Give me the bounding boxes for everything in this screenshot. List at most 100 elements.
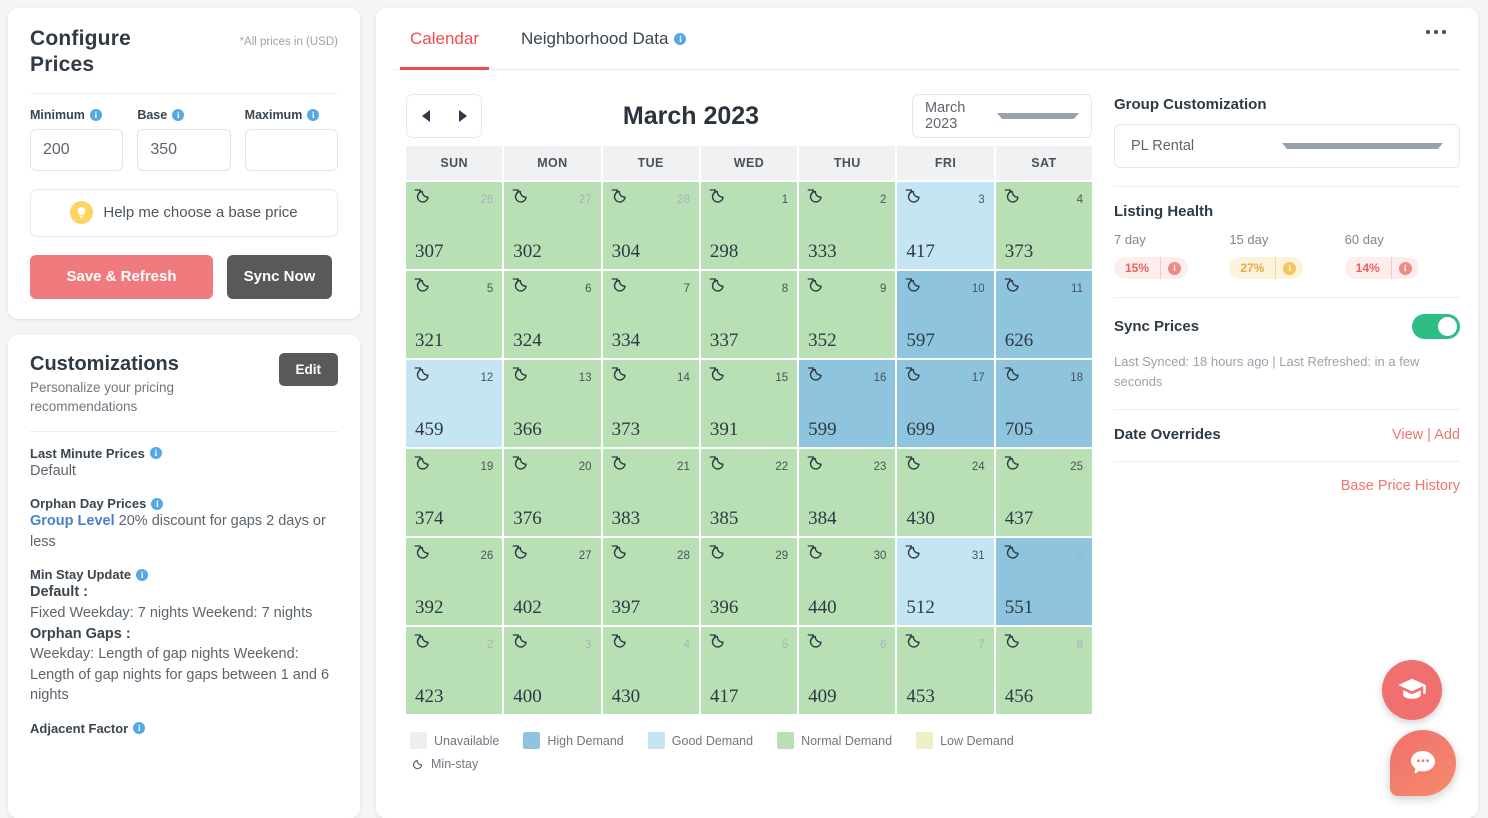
moon-icon [1003, 187, 1021, 205]
edit-button[interactable]: Edit [279, 353, 339, 386]
day-price: 396 [710, 597, 739, 619]
calendar-day-cell[interactable]: 31512 [897, 538, 993, 625]
calendar-day-cell[interactable]: 17 699 [897, 360, 993, 447]
calendar-day-cell[interactable]: 7453 [897, 627, 993, 714]
divider [30, 93, 338, 94]
day-price: 699 [906, 419, 935, 441]
min-stay-orphan-label: Orphan Gaps : [30, 626, 131, 642]
calendar-day-cell[interactable]: 7334 [603, 271, 699, 358]
calendar-day-cell[interactable]: 23384 [799, 449, 895, 536]
calendar-day-cell[interactable]: 14373 [603, 360, 699, 447]
day-price: 366 [513, 419, 542, 441]
calendar-day-cell[interactable]: 2333 [799, 182, 895, 269]
day-number: 17 [972, 372, 985, 384]
day-number: 12 [480, 372, 493, 384]
calendar-day-cell[interactable]: 11626 [996, 271, 1092, 358]
calendar-day-cell[interactable]: 6409 [799, 627, 895, 714]
sync-prices-toggle[interactable] [1412, 314, 1460, 339]
calendar-day-cell[interactable]: 25437 [996, 449, 1092, 536]
calendar-day-cell[interactable]: 8337 [701, 271, 797, 358]
health-period-label: 15 day [1229, 232, 1344, 247]
calendar-day-cell[interactable]: 13366 [504, 360, 600, 447]
month-select[interactable]: March 2023 [912, 94, 1092, 138]
add-override-link[interactable]: Add [1434, 427, 1460, 443]
info-icon[interactable]: i [136, 569, 148, 581]
day-price: 392 [415, 597, 444, 619]
info-icon[interactable]: i [307, 109, 319, 121]
calendar-day-cell[interactable]: 18705 [996, 360, 1092, 447]
calendar-day-cell[interactable]: 24430 [897, 449, 993, 536]
calendar-day-cell[interactable]: 4373 [996, 182, 1092, 269]
day-number: 27 [579, 194, 592, 206]
maximum-price-input[interactable] [245, 129, 338, 171]
moon-icon [410, 757, 424, 771]
calendar-day-cell[interactable]: 9352 [799, 271, 895, 358]
info-icon[interactable]: i [151, 498, 163, 510]
calendar-day-cell[interactable]: 16599 [799, 360, 895, 447]
sync-now-button[interactable]: Sync Now [227, 255, 332, 299]
calendar-day-cell[interactable]: 12459 [406, 360, 502, 447]
tab-calendar[interactable]: Calendar [406, 8, 483, 69]
calendar-day-cell[interactable]: 20376 [504, 449, 600, 536]
calendar-day-cell[interactable]: 26307 [406, 182, 502, 269]
info-icon[interactable]: i [90, 109, 102, 121]
chat-fab[interactable] [1390, 730, 1456, 796]
calendar-day-cell[interactable]: 15391 [701, 360, 797, 447]
calendar-day-cell[interactable]: 3417 [897, 182, 993, 269]
calendar-day-cell[interactable]: 29396 [701, 538, 797, 625]
calendar-day-cell[interactable]: 21383 [603, 449, 699, 536]
day-price: 423 [415, 686, 444, 708]
calendar-day-cell[interactable]: 6324 [504, 271, 600, 358]
calendar-day-cell[interactable]: 2423 [406, 627, 502, 714]
calendar-day-cell[interactable]: 27402 [504, 538, 600, 625]
help-choose-base-price-button[interactable]: Help me choose a base price [30, 189, 338, 237]
view-overrides-link[interactable]: View [1392, 427, 1423, 443]
moon-icon [904, 365, 922, 383]
info-icon[interactable]: i [172, 109, 184, 121]
calendar-day-cell[interactable]: 8456 [996, 627, 1092, 714]
info-icon[interactable]: i [674, 33, 686, 45]
save-refresh-button[interactable]: Save & Refresh [30, 255, 213, 299]
day-price: 391 [710, 419, 739, 441]
info-icon[interactable]: i [1283, 262, 1296, 275]
month-select-value: March 2023 [925, 100, 997, 132]
calendar-day-cell[interactable]: 28397 [603, 538, 699, 625]
graduation-cap-fab[interactable] [1382, 660, 1442, 720]
calendar-day-cell[interactable]: 10597 [897, 271, 993, 358]
day-number: 2 [880, 194, 886, 206]
base-price-input[interactable] [137, 129, 230, 171]
calendar-day-cell[interactable]: 27302 [504, 182, 600, 269]
calendar-day-cell[interactable]: 3400 [504, 627, 600, 714]
moon-icon [806, 187, 824, 205]
tab-neighborhood-data[interactable]: Neighborhood Data i [517, 8, 690, 69]
group-customization-select[interactable]: PL Rental [1114, 124, 1460, 168]
base-price-history-link[interactable]: Base Price History [1114, 478, 1460, 494]
more-options-icon[interactable] [1426, 30, 1446, 34]
links-separator: | [1423, 427, 1434, 443]
calendar-day-cell[interactable]: 26392 [406, 538, 502, 625]
moon-icon [806, 365, 824, 383]
calendar-day-cell[interactable]: 1298 [701, 182, 797, 269]
calendar-day-cell[interactable]: 5417 [701, 627, 797, 714]
day-price: 430 [906, 508, 935, 530]
info-icon[interactable]: i [1399, 262, 1412, 275]
calendar-dow-header: FRI [897, 146, 993, 180]
moon-icon [610, 632, 628, 650]
prev-month-icon[interactable] [422, 110, 430, 122]
calendar-day-cell[interactable]: 1551 [996, 538, 1092, 625]
info-icon[interactable]: i [1168, 262, 1181, 275]
next-month-icon[interactable] [459, 110, 467, 122]
calendar-header: March 2023 March 2023 [406, 86, 1092, 146]
calendar-day-cell[interactable]: 28304 [603, 182, 699, 269]
calendar-day-cell[interactable]: 22385 [701, 449, 797, 536]
info-icon[interactable]: i [150, 447, 162, 459]
minimum-price-input[interactable] [30, 129, 123, 171]
calendar-day-cell[interactable]: 5321 [406, 271, 502, 358]
min-stay-default-value: Fixed Weekday: 7 nights Weekend: 7 night… [30, 603, 338, 624]
info-icon[interactable]: i [133, 722, 145, 734]
day-price: 440 [808, 597, 837, 619]
calendar-day-cell[interactable]: 4430 [603, 627, 699, 714]
calendar-day-cell[interactable]: 19374 [406, 449, 502, 536]
calendar-day-cell[interactable]: 30440 [799, 538, 895, 625]
day-number: 8 [1077, 639, 1083, 651]
